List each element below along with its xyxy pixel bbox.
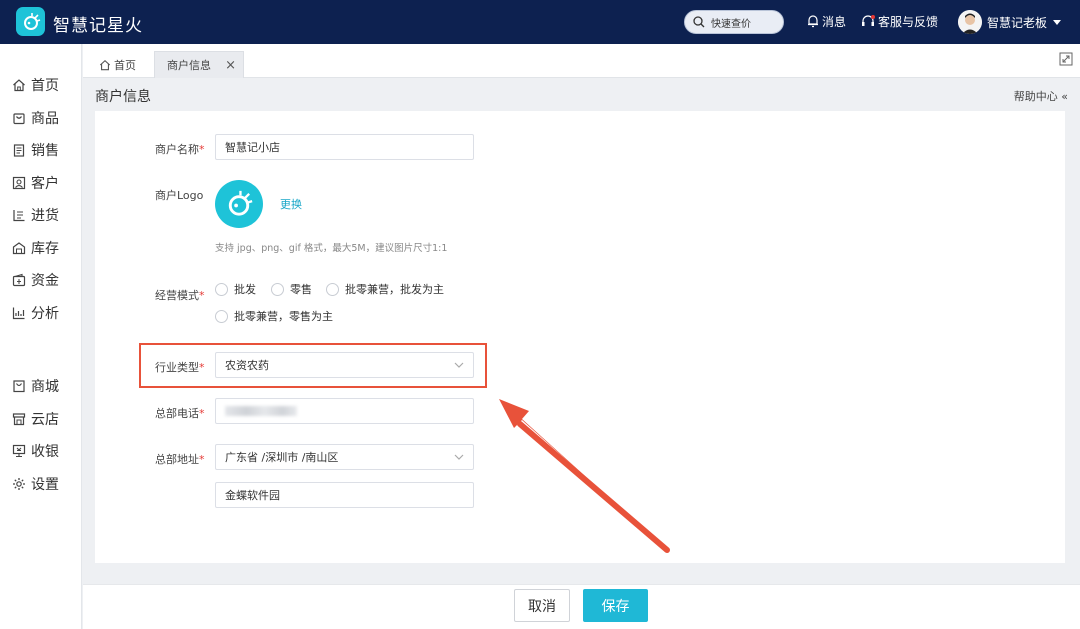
- app-name: 智慧记星火: [53, 16, 143, 36]
- messages-link[interactable]: 消息: [807, 13, 846, 30]
- hq-region-value: 广东省 /深圳市 /南山区: [225, 451, 339, 464]
- tab-merchant-info[interactable]: 商户信息 ×: [154, 51, 244, 78]
- sidebar-item-label: 销售: [31, 143, 59, 159]
- sidebar-item-purchase[interactable]: 进货: [0, 202, 82, 228]
- sidebar-item-settings[interactable]: 设置: [0, 471, 82, 497]
- cancel-button[interactable]: 取消: [514, 589, 570, 622]
- purchase-icon: [13, 210, 25, 222]
- hq-region-select[interactable]: 广东省 /深圳市 /南山区: [215, 444, 474, 470]
- app-logo-icon[interactable]: [16, 7, 45, 36]
- sidebar-item-label: 收银: [31, 444, 59, 460]
- user-menu[interactable]: 智慧记老板: [958, 9, 1062, 35]
- hq-phone-label: 总部电话*: [155, 407, 205, 420]
- save-button[interactable]: 保存: [583, 589, 648, 622]
- avatar: [958, 10, 982, 34]
- caret-down-icon: [1053, 19, 1062, 25]
- fullscreen-icon[interactable]: [1059, 52, 1073, 66]
- sidebar-item-inventory[interactable]: 库存: [0, 235, 82, 261]
- sidebar-item-customers[interactable]: 客户: [0, 170, 82, 196]
- sidebar-item-label: 分析: [31, 306, 59, 322]
- highlight-box: [139, 343, 487, 388]
- contact-icon: [12, 176, 26, 190]
- sidebar-item-cloud-store[interactable]: 云店: [0, 406, 82, 432]
- mode-radio-wholesale[interactable]: 批发: [215, 281, 256, 297]
- quick-search-label: 快速查价: [711, 18, 751, 30]
- tab-home[interactable]: 首页: [99, 51, 136, 78]
- mode-radio-mixed-wholesale[interactable]: 批零兼营，批发为主: [326, 281, 444, 297]
- home-icon: [99, 59, 111, 70]
- sidebar: [0, 44, 82, 629]
- mode-radio-mixed-retail[interactable]: 批零兼营，零售为主: [215, 308, 333, 324]
- chevron-down-icon: [454, 454, 464, 460]
- page-title: 商户信息: [95, 89, 151, 105]
- quick-price-search[interactable]: 快速查价: [684, 10, 784, 34]
- sidebar-item-cashier[interactable]: 收银: [0, 438, 82, 464]
- action-footer: [83, 584, 1080, 629]
- merchant-name-input[interactable]: 智慧记小店: [215, 134, 474, 160]
- warehouse-icon: [12, 242, 26, 255]
- user-name: 智慧记老板: [987, 15, 1048, 30]
- bell-icon: [808, 15, 818, 28]
- gear-icon: [13, 478, 25, 490]
- search-icon: [693, 16, 705, 28]
- merchant-logo-label: 商户Logo: [155, 189, 204, 202]
- logo-hint: 支持 jpg、png、gif 格式，最大5M，建议图片尺寸1:1: [215, 243, 448, 254]
- sidebar-item-label: 商城: [31, 379, 59, 395]
- sidebar-item-label: 库存: [31, 241, 59, 257]
- sidebar-item-sales[interactable]: 销售: [0, 137, 82, 163]
- support-feedback-link[interactable]: 客服与反馈: [861, 13, 938, 30]
- mode-radio-retail[interactable]: 零售: [271, 281, 312, 297]
- sidebar-item-mall[interactable]: 商城: [0, 373, 82, 399]
- sidebar-item-label: 商品: [31, 111, 59, 127]
- headset-icon: [862, 15, 875, 26]
- sidebar-item-label: 资金: [31, 273, 59, 289]
- change-logo-link[interactable]: 更换: [280, 196, 302, 212]
- sidebar-item-label: 进货: [31, 208, 59, 224]
- home-icon: [13, 79, 25, 92]
- wallet-icon: [12, 273, 26, 287]
- sidebar-item-analysis[interactable]: 分析: [0, 300, 82, 326]
- clipboard-icon: [13, 144, 25, 157]
- sidebar-item-label: 云店: [31, 412, 59, 428]
- tab-bar: 首页 商户信息 ×: [83, 44, 1080, 78]
- hq-address-label: 总部地址*: [155, 453, 205, 466]
- mall-icon: [13, 380, 25, 393]
- merchant-logo-image[interactable]: [215, 180, 263, 228]
- tab-home-label: 首页: [114, 58, 136, 72]
- sidebar-item-home[interactable]: 首页: [0, 72, 82, 98]
- store-icon: [12, 413, 26, 426]
- sidebar-item-label: 客户: [31, 176, 59, 192]
- messages-label: 消息: [822, 15, 847, 29]
- support-label: 客服与反馈: [878, 15, 939, 29]
- blurred-phone-number: [225, 406, 297, 416]
- bag-icon: [13, 113, 25, 125]
- merchant-name-label: 商户名称*: [155, 143, 205, 156]
- help-center-link[interactable]: 帮助中心 «: [1014, 88, 1068, 104]
- sidebar-item-label: 设置: [31, 477, 59, 493]
- tab-merchant-info-label: 商户信息: [167, 59, 211, 72]
- top-navigation-bar: 智慧记星火 快速查价 消息 客服与反馈 智慧记老板: [0, 0, 1080, 44]
- hq-street-input[interactable]: 金蝶软件园: [215, 482, 474, 508]
- sidebar-item-products[interactable]: 商品: [0, 105, 82, 131]
- sidebar-item-funds[interactable]: 资金: [0, 267, 82, 293]
- register-icon: [12, 444, 26, 458]
- close-icon[interactable]: ×: [225, 58, 236, 73]
- business-mode-label: 经营模式*: [155, 289, 205, 302]
- chart-icon: [12, 307, 25, 320]
- sidebar-item-label: 首页: [31, 78, 59, 94]
